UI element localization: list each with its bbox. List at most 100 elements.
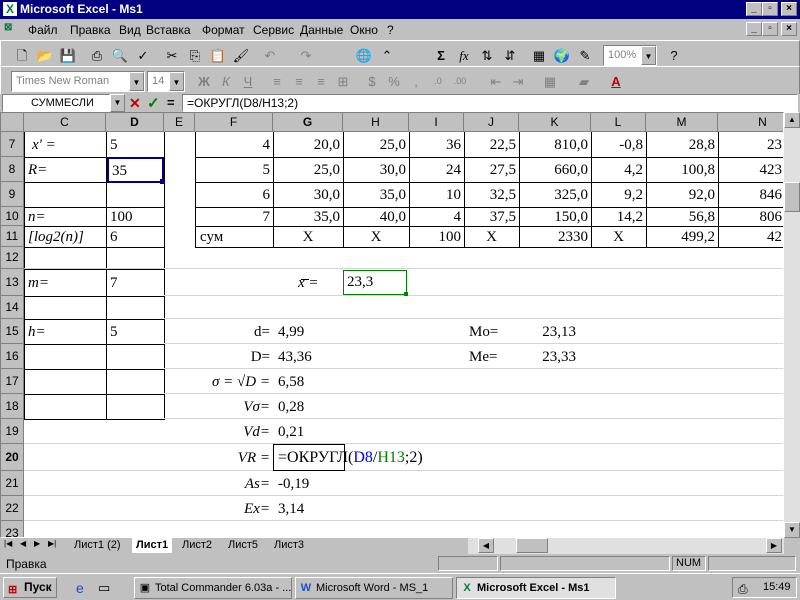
web-toolbar-icon[interactable]: ⌃: [376, 45, 398, 66]
column-header-h[interactable]: H: [343, 113, 409, 132]
cell-j10[interactable]: 37,5: [464, 208, 519, 226]
cell-k8[interactable]: 660,0: [519, 159, 591, 181]
cell-f8[interactable]: 5: [195, 159, 273, 181]
cell-c13[interactable]: m=: [25, 271, 105, 295]
column-header-m[interactable]: M: [646, 113, 718, 132]
tab-sheet2[interactable]: Лист2: [178, 538, 216, 553]
redo-icon[interactable]: ↷: [295, 45, 317, 66]
menu-edit[interactable]: Правка: [70, 23, 111, 37]
formula-input[interactable]: =ОКРУГЛ(D8/H13;2): [182, 94, 798, 112]
tab-sheet1-copy[interactable]: Лист1 (2): [70, 538, 125, 553]
cell-f19[interactable]: Vd=: [195, 421, 273, 443]
tab-sheet5[interactable]: Лист5: [224, 538, 262, 553]
fill-color-icon[interactable]: ▰: [573, 71, 595, 92]
scroll-thumb[interactable]: [784, 182, 800, 212]
office-assistant-icon[interactable]: ?: [663, 45, 685, 66]
align-right-icon[interactable]: ≡: [310, 71, 332, 92]
cell-g9[interactable]: 30,0: [273, 184, 343, 206]
italic-button[interactable]: К: [215, 71, 237, 92]
font-combo[interactable]: Times New Roman ▼: [11, 71, 145, 92]
row-header-7[interactable]: 7: [1, 132, 24, 157]
task-word[interactable]: W Microsoft Word - MS_1: [295, 577, 453, 599]
cut-icon[interactable]: ✂: [161, 45, 183, 66]
currency-icon[interactable]: $: [361, 71, 383, 92]
format-painter-icon[interactable]: 🖌: [230, 45, 252, 66]
column-header-k[interactable]: K: [519, 113, 591, 132]
row-header-14[interactable]: 14: [1, 296, 24, 319]
cell-i8[interactable]: 24: [409, 159, 464, 181]
cell-f20[interactable]: VR =: [195, 446, 273, 470]
cell-h8[interactable]: 30,0: [343, 159, 409, 181]
doc-minimize-button[interactable]: _: [746, 22, 762, 36]
tab-sheet3[interactable]: Лист3: [270, 538, 308, 553]
cell-h11[interactable]: X: [343, 227, 409, 247]
cell-j9[interactable]: 32,5: [464, 184, 519, 206]
row-header-11[interactable]: 11: [1, 226, 24, 247]
chart-wizard-icon[interactable]: ▦: [528, 45, 550, 66]
cell-g21[interactable]: -0,19: [275, 473, 343, 495]
scroll-left-icon[interactable]: ◀: [478, 538, 494, 553]
row-header-15[interactable]: 15: [1, 319, 24, 344]
cell-c15[interactable]: h=: [25, 321, 105, 343]
font-color-icon[interactable]: A: [605, 71, 627, 92]
increase-decimal-icon[interactable]: .0: [427, 71, 449, 92]
printer-icon[interactable]: ⎙: [738, 580, 748, 599]
menu-tools[interactable]: Сервис: [253, 23, 294, 37]
cell-g16[interactable]: 43,36: [275, 346, 343, 368]
cell-d11[interactable]: 6: [107, 227, 163, 247]
cell-k9[interactable]: 325,0: [519, 184, 591, 206]
cell-g17[interactable]: 6,58: [275, 371, 343, 393]
cell-c11[interactable]: [log2(n)]: [25, 227, 105, 247]
autosum-icon[interactable]: Σ: [430, 45, 452, 66]
cell-h10[interactable]: 40,0: [343, 208, 409, 226]
sort-asc-icon[interactable]: ⇅: [476, 45, 498, 66]
next-sheet-icon[interactable]: ▶: [34, 539, 40, 548]
cell-f17[interactable]: σ = √D =: [165, 371, 273, 393]
menu-file[interactable]: Файл: [28, 23, 58, 37]
cell-f21[interactable]: As=: [195, 473, 273, 495]
doc-close-button[interactable]: ×: [781, 22, 797, 36]
title-bar[interactable]: X Microsoft Excel - Ms1 _ ▫ ×: [0, 0, 800, 19]
menu-format[interactable]: Формат: [202, 23, 245, 37]
hscroll-thumb[interactable]: [516, 538, 548, 553]
cell-k15[interactable]: 23,13: [519, 321, 579, 343]
cell-n8[interactable]: 423: [718, 159, 783, 181]
task-total-commander[interactable]: ▣ Total Commander 6.03a - ...: [134, 577, 292, 599]
decrease-indent-icon[interactable]: ⇤: [485, 71, 507, 92]
cancel-icon[interactable]: ✕: [129, 95, 141, 112]
tab-sheet1[interactable]: Лист1: [132, 538, 173, 553]
row-header-17[interactable]: 17: [1, 369, 24, 394]
cell-k11[interactable]: 2330: [519, 227, 591, 247]
column-header-j[interactable]: J: [464, 113, 519, 132]
cell-g22[interactable]: 3,14: [275, 498, 343, 520]
cell-m10[interactable]: 56,8: [646, 208, 718, 226]
percent-button[interactable]: %: [383, 71, 405, 92]
cell-f22[interactable]: Ex=: [195, 498, 273, 520]
select-all-corner[interactable]: [1, 113, 24, 132]
cell-f11[interactable]: сум: [197, 227, 273, 247]
minimize-button[interactable]: _: [746, 2, 762, 16]
start-button[interactable]: ⊞ Пуск: [3, 577, 57, 598]
row-header-9[interactable]: 9: [1, 182, 24, 207]
chevron-down-icon[interactable]: ▼: [641, 46, 656, 65]
cell-j8[interactable]: 27,5: [464, 159, 519, 181]
cell-n7[interactable]: 23: [718, 134, 783, 156]
cell-g18[interactable]: 0,28: [275, 396, 343, 418]
column-header-l[interactable]: L: [591, 113, 646, 132]
preview-icon[interactable]: 🔍: [109, 45, 131, 66]
cell-l9[interactable]: 9,2: [591, 184, 646, 206]
cell-n9[interactable]: 846: [718, 184, 783, 206]
cell-n11[interactable]: 42: [718, 227, 783, 247]
cell-d10[interactable]: 100: [107, 208, 163, 226]
row-header-12[interactable]: 12: [1, 247, 24, 269]
column-header-c[interactable]: C: [24, 113, 106, 132]
cell-f10[interactable]: 7: [195, 208, 273, 226]
paste-icon[interactable]: 📋: [207, 45, 229, 66]
cell-m8[interactable]: 100,8: [646, 159, 718, 181]
cell-i9[interactable]: 10: [409, 184, 464, 206]
cell-l11[interactable]: X: [591, 227, 646, 247]
cell-f18[interactable]: Vσ=: [195, 396, 273, 418]
ie-icon[interactable]: e: [76, 580, 84, 596]
cell-n10[interactable]: 806: [718, 208, 783, 226]
cell-f7[interactable]: 4: [195, 134, 273, 156]
